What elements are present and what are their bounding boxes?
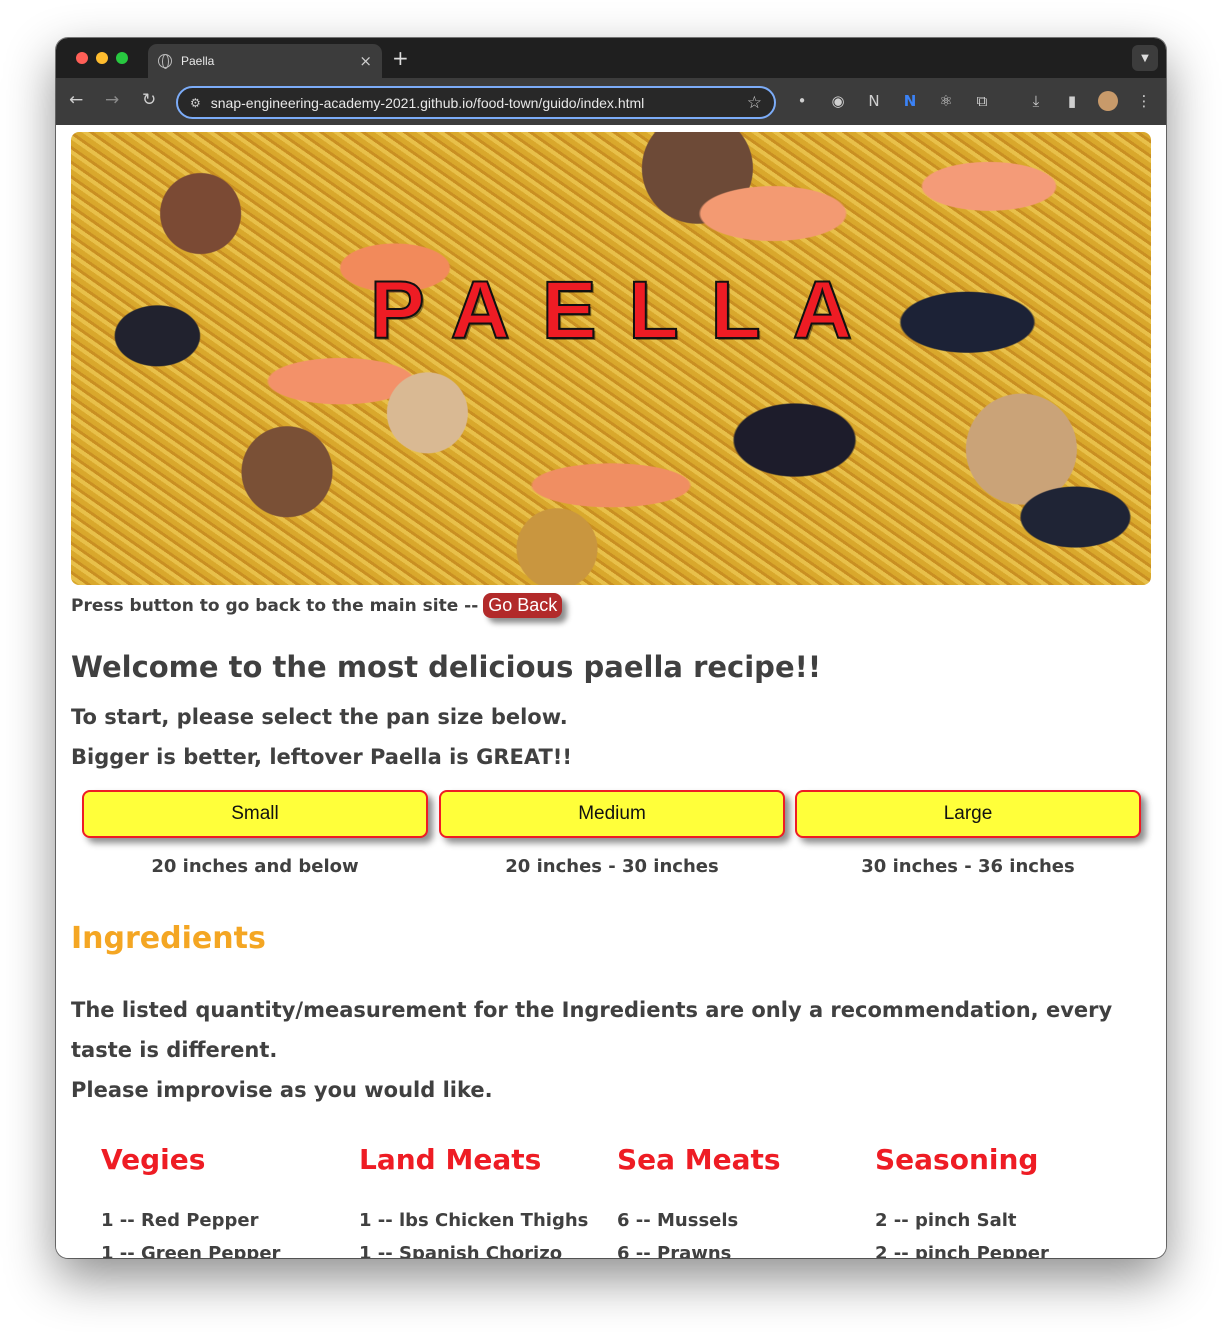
download-icon[interactable]: ⤓ (1026, 91, 1046, 111)
list-item: 1 -- Red Pepper (101, 1210, 259, 1231)
page-title: Welcome to the most delicious paella rec… (71, 650, 822, 684)
list-item: 1 -- lbs Chicken Thighs (359, 1210, 589, 1231)
tab-paella[interactable]: Paella × (148, 44, 382, 78)
category-vegies: Vegies 1 -- Red Pepper 1 -- Green Pepper (101, 1143, 359, 1258)
large-size-desc: 30 inches - 36 inches (861, 856, 1075, 877)
tab-close-icon[interactable]: × (359, 52, 372, 70)
list-item: 6 -- Prawns (617, 1243, 732, 1258)
address-bar[interactable]: ⚙ snap-engineering-academy-2021.github.i… (176, 86, 776, 119)
menu-kebab-icon[interactable]: ⋮ (1134, 91, 1154, 111)
start-instruction: To start, please select the pan size bel… (71, 705, 568, 729)
bigger-note: Bigger is better, leftover Paella is GRE… (71, 745, 572, 769)
extensions-puzzle-icon[interactable]: ⧉ (972, 91, 992, 111)
back-line: Press button to go back to the main site… (71, 593, 563, 618)
category-title: Vegies (101, 1143, 206, 1176)
site-settings-icon[interactable]: ⚙ (190, 96, 201, 110)
ingredients-note-line2: Please improvise as you would like. (71, 1078, 493, 1102)
back-text: Press button to go back to the main site… (71, 595, 479, 616)
category-sea-meats: Sea Meats 6 -- Mussels 6 -- Prawns (617, 1143, 875, 1258)
tab-bar: Paella × + ▼ (56, 38, 1166, 78)
bookmark-star-icon[interactable]: ☆ (747, 93, 762, 113)
ingredients-note: The listed quantity/measurement for the … (71, 990, 1131, 1110)
list-item: 2 -- pinch Pepper (875, 1243, 1049, 1258)
category-land-meats: Land Meats 1 -- lbs Chicken Thighs 1 -- … (359, 1143, 617, 1258)
ingredients-heading: Ingredients (71, 921, 266, 956)
globe-icon (158, 54, 172, 69)
window-controls (76, 52, 128, 64)
list-item: 1 -- Green Pepper (101, 1243, 281, 1258)
category-seasoning: Seasoning 2 -- pinch Salt 2 -- pinch Pep… (875, 1143, 1133, 1258)
extension-dot-icon[interactable]: • (792, 91, 812, 111)
browser-toolbar: ← → ↻ ⚙ snap-engineering-academy-2021.gi… (56, 78, 1166, 125)
tab-search-chevron-icon[interactable]: ▼ (1132, 45, 1158, 71)
notion-icon[interactable]: N (864, 91, 884, 111)
small-size-button[interactable]: Small (82, 790, 428, 838)
medium-size-desc: 20 inches - 30 inches (505, 856, 719, 877)
hero-title: PAELLA (369, 264, 884, 357)
url-text[interactable]: snap-engineering-academy-2021.github.io/… (211, 95, 747, 111)
category-title: Seasoning (875, 1143, 1039, 1176)
list-item: 2 -- pinch Salt (875, 1210, 1017, 1231)
new-tab-button[interactable]: + (392, 46, 409, 70)
large-size-button[interactable]: Large (795, 790, 1141, 838)
forward-arrow-icon[interactable]: → (105, 90, 119, 110)
list-item: 1 -- Spanish Chorizo (359, 1243, 563, 1258)
ingredients-note-line1: The listed quantity/measurement for the … (71, 998, 1113, 1062)
category-title: Sea Meats (617, 1143, 781, 1176)
extension-n-icon[interactable]: N (900, 91, 920, 111)
go-back-button[interactable]: Go Back (483, 593, 563, 618)
react-devtools-icon[interactable]: ⚛ (936, 91, 956, 111)
list-item: 6 -- Mussels (617, 1210, 739, 1231)
hero-banner-image: PAELLA (71, 132, 1151, 585)
page-content: PAELLA Press button to go back to the ma… (56, 125, 1166, 1258)
browser-window: Paella × + ▼ ← → ↻ ⚙ snap-engineering-ac… (56, 38, 1166, 1258)
small-size-desc: 20 inches and below (151, 856, 359, 877)
tab-title: Paella (181, 54, 215, 68)
reload-icon[interactable]: ↻ (142, 90, 156, 110)
back-arrow-icon[interactable]: ← (69, 90, 83, 110)
side-panel-icon[interactable]: ▮ (1062, 91, 1082, 111)
minimize-window-button[interactable] (96, 52, 108, 64)
close-window-button[interactable] (76, 52, 88, 64)
medium-size-button[interactable]: Medium (439, 790, 785, 838)
profile-avatar[interactable] (1098, 91, 1118, 111)
maximize-window-button[interactable] (116, 52, 128, 64)
extension-eyes-icon[interactable]: ◉ (828, 91, 848, 111)
category-title: Land Meats (359, 1143, 542, 1176)
